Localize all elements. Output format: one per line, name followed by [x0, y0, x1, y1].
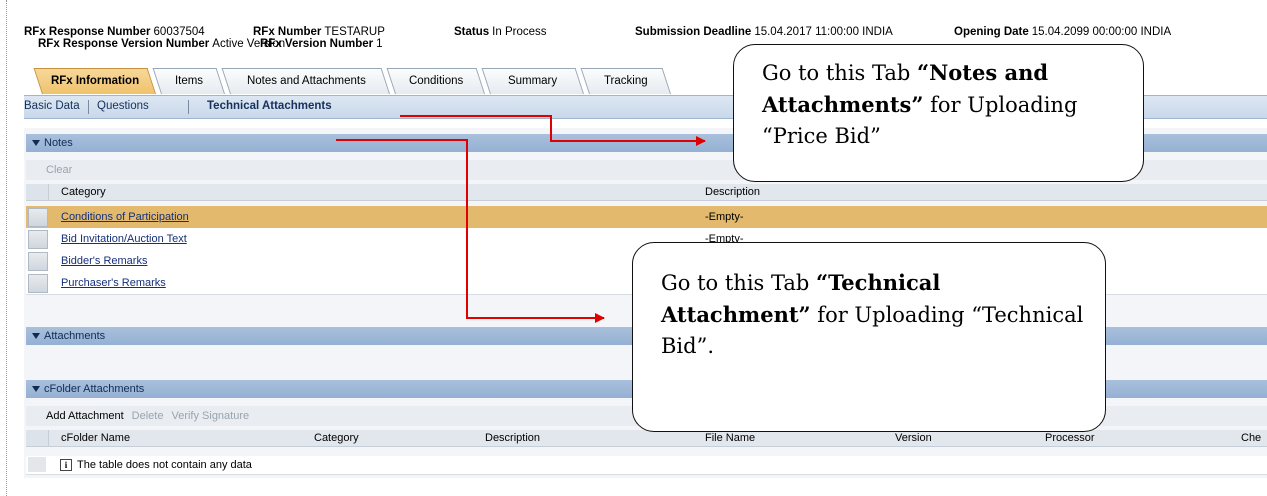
technical-callout: Go to this Tab “Technical Attachment” fo… — [632, 242, 1106, 432]
arrow-to-notes-callout — [400, 115, 706, 146]
notes-callout: Go to this Tab “Notes and Attachments” f… — [733, 44, 1144, 182]
arrow-to-technical-callout — [336, 139, 605, 323]
